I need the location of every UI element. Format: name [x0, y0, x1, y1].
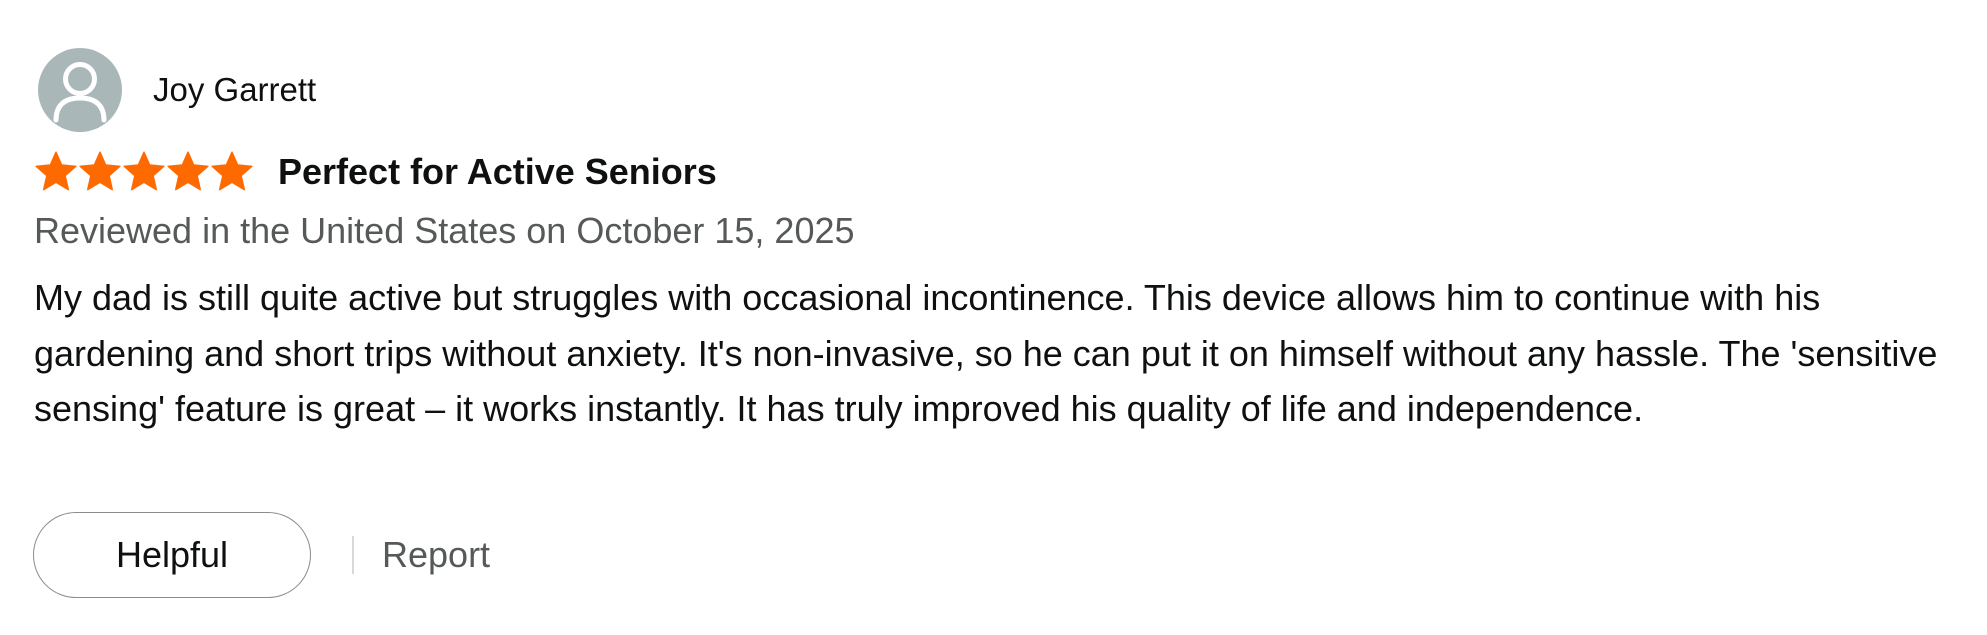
- star-icon: [79, 151, 121, 191]
- star-icon: [211, 151, 253, 191]
- rating-row: Perfect for Active Seniors: [34, 150, 717, 194]
- reviewer-profile[interactable]: Joy Garrett: [38, 48, 316, 132]
- star-icon: [167, 151, 209, 191]
- user-silhouette-icon: [53, 62, 107, 123]
- avatar[interactable]: [38, 48, 122, 132]
- reviewer-name[interactable]: Joy Garrett: [153, 70, 316, 110]
- review-body: My dad is still quite active but struggl…: [34, 277, 1938, 429]
- customer-review: Joy Garrett Perfect for Active Seniors R…: [0, 0, 1987, 635]
- star-icon: [35, 151, 77, 191]
- star-rating[interactable]: [34, 150, 254, 194]
- star-icon: [123, 151, 165, 191]
- action-divider: [352, 536, 354, 574]
- review-actions: Helpful Report: [33, 512, 490, 598]
- review-date: Reviewed in the United States on October…: [34, 210, 855, 251]
- review-title[interactable]: Perfect for Active Seniors: [278, 150, 717, 194]
- helpful-button[interactable]: Helpful: [33, 512, 311, 598]
- report-link[interactable]: Report: [382, 533, 490, 577]
